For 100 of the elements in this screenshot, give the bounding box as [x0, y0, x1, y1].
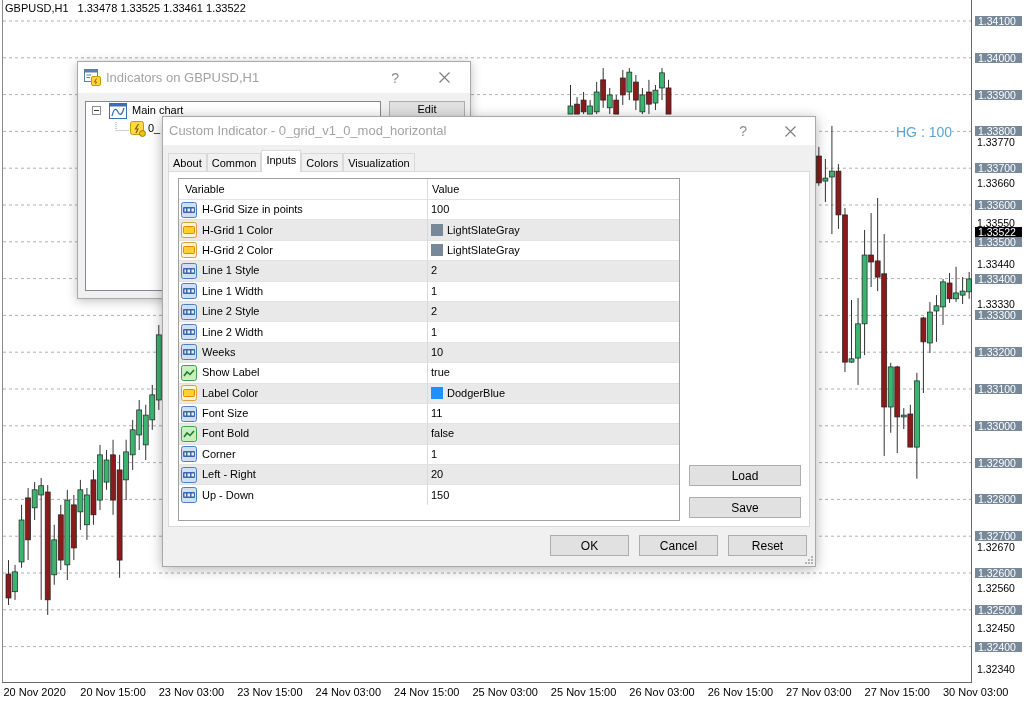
table-row[interactable]: Font Bold false: [179, 423, 679, 444]
price-level-tag: 1.33000: [975, 420, 1022, 431]
table-row[interactable]: Line 1 Width 1: [179, 280, 679, 301]
number-type-icon: [181, 262, 197, 279]
number-type-icon: [181, 344, 197, 361]
price-level-tag: 1.32600: [975, 568, 1022, 578]
dialog-button[interactable]: OK: [550, 535, 629, 556]
table-row[interactable]: H-Grid 1 Color LightSlateGray: [179, 219, 679, 240]
price-label: 1.33440: [977, 258, 1015, 269]
time-label: 20 Nov 15:00: [80, 686, 146, 699]
price-level-tag: 1.34100: [975, 16, 1022, 26]
variable-name: Show Label: [202, 366, 260, 380]
number-type-icon: [181, 324, 197, 341]
price-level-tag: 1.32500: [975, 604, 1022, 615]
indicators-window-icon: [84, 69, 101, 86]
variable-value: false: [431, 427, 455, 441]
load-button[interactable]: Load: [689, 465, 801, 486]
variable-name: H-Grid Size in points: [202, 203, 303, 217]
price-level-tag: 1.33900: [975, 89, 1022, 100]
variable-value: DodgerBlue: [447, 386, 506, 400]
quote-label: 1.33478 1.33525 1.33461 1.33522: [77, 2, 246, 15]
help-button[interactable]: ?: [739, 123, 747, 139]
variable-value: LightSlateGray: [447, 243, 520, 257]
edit-button[interactable]: Edit: [389, 101, 465, 116]
variable-value: true: [431, 366, 450, 380]
table-row[interactable]: H-Grid 2 Color LightSlateGray: [179, 239, 679, 261]
price-label: 1.32450: [977, 623, 1015, 634]
variable-value: 10: [431, 345, 444, 359]
number-type-icon: [181, 283, 197, 300]
color-type-icon: [181, 385, 197, 402]
tab[interactable]: Common: [206, 153, 262, 172]
table-row[interactable]: Line 2 Width 1: [179, 321, 679, 342]
tab[interactable]: Colors: [301, 153, 344, 172]
price-level-tag: 1.34000: [975, 52, 1022, 63]
help-button[interactable]: ?: [391, 69, 399, 86]
indicator-icon: [130, 121, 146, 137]
price-level-tag: 1.33600: [975, 200, 1022, 210]
variable-name: Line 2 Width: [202, 325, 264, 339]
price-label: 1.33330: [977, 299, 1015, 310]
variable-name: Line 2 Style: [202, 305, 260, 319]
price-level-tag: 1.33200: [975, 347, 1022, 358]
table-row[interactable]: Weeks 10: [179, 341, 679, 363]
window-title: Custom Indicator - 0_grid_v1_0_mod_horizontal: [169, 123, 447, 139]
price-level-tag: 1.33300: [975, 310, 1022, 321]
price-level-tag: 1.32700: [975, 531, 1022, 542]
price-label: 1.33550: [977, 218, 1015, 229]
table-row[interactable]: H-Grid Size in points 100: [179, 199, 679, 220]
column-header[interactable]: Value: [432, 182, 460, 196]
tab[interactable]: Visualization: [343, 153, 415, 172]
time-label: 23 Nov 15:00: [237, 686, 303, 699]
boolean-type-icon: [181, 426, 197, 442]
variable-value: 1: [431, 447, 438, 461]
price-label: 1.33660: [977, 177, 1015, 188]
dialog-button[interactable]: Cancel: [639, 535, 718, 556]
table-row[interactable]: Font Size 11: [179, 402, 679, 424]
save-button[interactable]: Save: [689, 497, 801, 518]
time-label: 20 Nov 2020: [3, 686, 66, 699]
price-label: 1.32340: [977, 663, 1015, 674]
close-icon[interactable]: [785, 125, 796, 137]
time-label: 25 Nov 03:00: [472, 686, 538, 699]
table-row[interactable]: Corner 1: [179, 443, 679, 465]
table-row[interactable]: Up - Down 150: [179, 484, 679, 505]
variable-name: Left - Right: [202, 468, 256, 482]
tree-item[interactable]: Main chart: [132, 104, 184, 117]
number-type-icon: [181, 405, 197, 422]
time-label: 24 Nov 03:00: [315, 686, 382, 699]
variable-value: 150: [431, 488, 450, 502]
variable-name: H-Grid 2 Color: [202, 243, 273, 257]
variable-name: Label Color: [202, 386, 259, 400]
close-icon[interactable]: [439, 72, 450, 83]
time-label: 23 Nov 03:00: [158, 686, 225, 699]
tab[interactable]: About: [168, 153, 207, 172]
collapse-icon[interactable]: [92, 106, 101, 115]
table-row[interactable]: Left - Right 20: [179, 464, 679, 485]
table-row[interactable]: Line 1 Style 2: [179, 260, 679, 281]
color-type-icon: [181, 242, 197, 259]
tab[interactable]: Inputs: [261, 150, 302, 172]
price-label: 1.33770: [977, 137, 1015, 148]
current-price-tag: 1.33522: [975, 227, 1022, 238]
resize-grip-icon[interactable]: [805, 556, 813, 564]
table-row[interactable]: Label Color DodgerBlue: [179, 382, 679, 403]
price-level-tag: 1.33100: [975, 384, 1022, 394]
price-level-tag: 1.33800: [975, 126, 1022, 137]
variable-name: H-Grid 1 Color: [202, 223, 273, 237]
symbol-label: GBPUSD,H1: [5, 2, 69, 15]
variable-value: LightSlateGray: [447, 223, 520, 237]
column-header[interactable]: Variable: [185, 182, 225, 196]
price-level-tag: 1.32900: [975, 457, 1022, 468]
tree-item[interactable]: 0_: [148, 122, 161, 135]
boolean-type-icon: [181, 364, 197, 381]
variable-value: 11: [431, 407, 443, 421]
time-label: 30 Nov 03:00: [942, 686, 1009, 699]
table-row[interactable]: Line 2 Style 2: [179, 300, 679, 322]
number-type-icon: [181, 487, 197, 504]
table-row[interactable]: Show Label true: [179, 362, 679, 383]
variable-name: Up - Down: [202, 488, 254, 502]
dialog-button[interactable]: Reset: [728, 535, 807, 556]
time-label: 26 Nov 03:00: [629, 686, 695, 699]
chart-text-label: HG : 100: [896, 124, 953, 140]
time-label: 25 Nov 15:00: [550, 686, 617, 699]
